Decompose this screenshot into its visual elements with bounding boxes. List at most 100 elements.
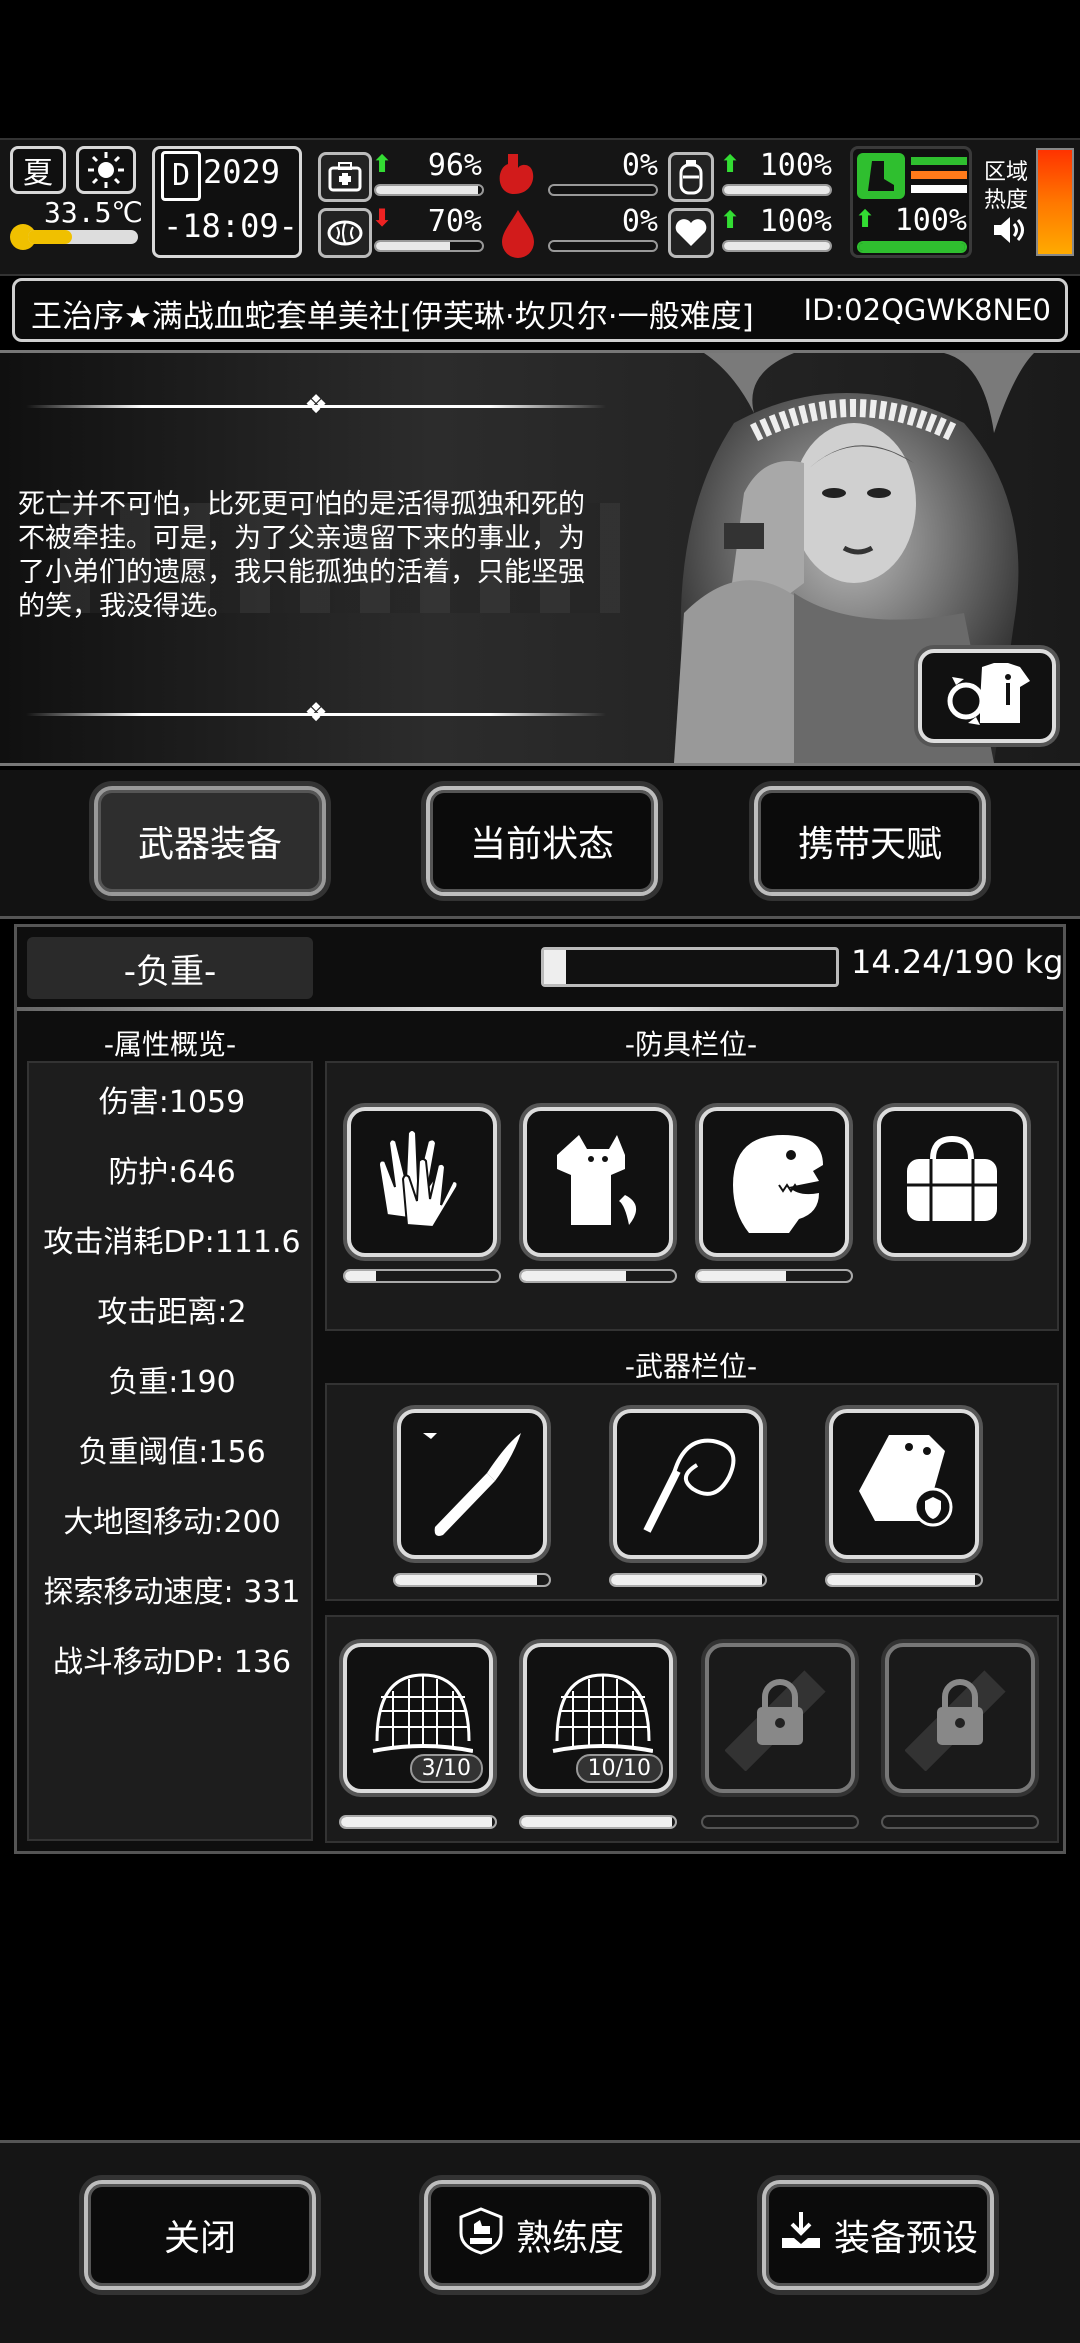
day-time-panel: D 2029 -18:09- xyxy=(152,146,302,258)
armor-header: -防具栏位- xyxy=(624,1028,758,1061)
consumable-slot-2[interactable]: 10/10 xyxy=(523,1643,673,1793)
medkit-icon[interactable] xyxy=(318,152,372,202)
stamina-bar xyxy=(857,241,967,253)
proficiency-badge-icon xyxy=(456,2206,506,2265)
season-badge[interactable]: 夏 xyxy=(10,146,66,194)
ornament-bottom: ❖ xyxy=(26,700,606,726)
hydration-value: 100% xyxy=(759,148,832,183)
weapon-slot-whip[interactable] xyxy=(613,1409,763,1559)
mood-bar xyxy=(722,240,832,252)
item-count: 3/10 xyxy=(409,1754,483,1783)
fox-hoodie-icon xyxy=(543,1125,653,1239)
clock-time: -18:09- xyxy=(163,207,298,245)
temperature-value: 33.5℃ xyxy=(44,196,143,229)
locked-slot-icon xyxy=(904,1661,1015,1775)
armor-durability-3 xyxy=(695,1269,853,1283)
armor-plate-icon xyxy=(849,1427,959,1541)
consumable-slot-1[interactable]: 3/10 xyxy=(343,1643,493,1793)
thermometer: 33.5℃ xyxy=(10,196,143,258)
armor-slot-hoodie[interactable] xyxy=(523,1107,673,1257)
armor-slot-gloves[interactable] xyxy=(347,1107,497,1257)
bottle-icon[interactable] xyxy=(668,152,714,202)
tab-weapons-equipment[interactable]: 武器装备 xyxy=(94,786,326,896)
weapon-durability-2 xyxy=(609,1573,767,1587)
load-value: 14.24/190 kg xyxy=(851,943,1064,981)
attributes-list: 伤害:1059 防护:646 攻击消耗DP:111.6 攻击距离:2 负重:19… xyxy=(27,1061,313,1841)
consumable-slot-locked-2[interactable] xyxy=(885,1643,1035,1793)
tab-label: 武器装备 xyxy=(137,824,282,865)
armor-slot-bag[interactable] xyxy=(877,1107,1027,1257)
load-bar xyxy=(541,947,839,987)
stat-attack-range: 攻击距离:2 xyxy=(97,1295,247,1330)
stat-attack-dp-cost: 攻击消耗DP:111.6 xyxy=(43,1225,301,1260)
tab-current-status[interactable]: 当前状态 xyxy=(426,786,658,896)
close-button[interactable]: 关闭 xyxy=(84,2180,316,2290)
stamina-value: 100% xyxy=(894,203,967,238)
stat-load: 负重:190 xyxy=(108,1365,236,1400)
day-value: 2029 xyxy=(203,153,281,191)
character-quote: 死亡并不可怕，比死更可怕的是活得孤独和死的不被牵挂。可是，为了父亲遗留下来的事业… xyxy=(18,489,585,622)
whip-icon xyxy=(633,1427,743,1541)
zone-heat-meter xyxy=(1036,148,1074,256)
ornament-top: ❖ xyxy=(26,392,606,418)
stat-defense: 防护:646 xyxy=(108,1155,236,1190)
mood-value: 100% xyxy=(759,204,832,239)
armor-slot-dino-head[interactable] xyxy=(699,1107,849,1257)
scalpel-icon xyxy=(417,1427,527,1541)
stomach-icon[interactable] xyxy=(494,150,540,200)
dinosaur-head-icon xyxy=(719,1125,829,1239)
locked-slot-icon xyxy=(724,1661,835,1775)
heart-icon[interactable] xyxy=(668,208,714,258)
swap-outfit-icon xyxy=(942,661,1032,731)
stamina-line-orange xyxy=(911,171,967,179)
player-id: ID:02QGWK8NE0 xyxy=(803,293,1051,327)
stat-explore-speed: 探索移动速度: 331 xyxy=(43,1575,301,1610)
consumable-durability-4 xyxy=(881,1815,1039,1829)
consumable-slots: 3/10 10/10 xyxy=(325,1615,1059,1843)
swap-outfit-button[interactable] xyxy=(918,649,1056,743)
brain-icon[interactable] xyxy=(318,208,372,258)
bag-icon xyxy=(897,1125,1007,1239)
stat-load-threshold: 负重阈值:156 xyxy=(78,1435,266,1470)
blood-value: 0% xyxy=(621,204,658,239)
tab-carried-talents[interactable]: 携带天赋 xyxy=(754,786,986,896)
consumable-durability-1 xyxy=(339,1815,497,1829)
brain-bar xyxy=(374,240,484,252)
health-value: 96% xyxy=(427,148,482,183)
health-bar xyxy=(374,184,484,196)
boot-icon xyxy=(857,153,905,199)
close-label: 关闭 xyxy=(163,2218,236,2259)
equipment-panel: -负重- 14.24/190 kg -属性概览- 伤害:1059 防护:646 … xyxy=(14,924,1066,1854)
weapons-header: -武器栏位- xyxy=(624,1350,758,1383)
blood-drop-icon[interactable] xyxy=(498,206,538,258)
zone-heat-label-2: 热度 xyxy=(984,188,1029,213)
stat-map-movement: 大地图移动:200 xyxy=(63,1505,281,1540)
proficiency-label: 熟练度 xyxy=(515,2218,624,2259)
speaker-icon[interactable] xyxy=(990,212,1026,248)
sun-icon[interactable] xyxy=(76,146,136,194)
equipment-preset-button[interactable]: 装备预设 xyxy=(762,2180,994,2290)
consumable-slot-locked-1[interactable] xyxy=(705,1643,855,1793)
weapon-slots xyxy=(325,1383,1059,1601)
weapon-slot-plate[interactable] xyxy=(829,1409,979,1559)
armor-durability-1 xyxy=(343,1269,501,1283)
consumable-durability-2 xyxy=(519,1815,677,1829)
armor-durability-2 xyxy=(519,1269,677,1283)
stomach-value: 0% xyxy=(621,148,658,183)
item-count: 10/10 xyxy=(575,1754,663,1783)
gloves-icon xyxy=(367,1125,477,1239)
stat-battle-move-dp: 战斗移动DP: 136 xyxy=(52,1645,292,1680)
stat-damage: 伤害:1059 xyxy=(98,1085,246,1120)
stomach-bar xyxy=(548,184,658,196)
hydration-bar xyxy=(722,184,832,196)
preset-download-icon xyxy=(778,2208,824,2263)
day-prefix: D xyxy=(161,151,201,201)
stamina-panel[interactable]: ⬆ 100% xyxy=(850,146,972,258)
preset-label: 装备预设 xyxy=(833,2218,978,2259)
attributes-header: -属性概览- xyxy=(103,1028,237,1061)
load-label: -负重- xyxy=(27,937,313,999)
proficiency-button[interactable]: 熟练度 xyxy=(424,2180,656,2290)
tab-label: 当前状态 xyxy=(469,824,614,865)
weapon-slot-scalpel[interactable] xyxy=(397,1409,547,1559)
character-title: 王治序★满战血蛇套单美社[伊芙琳·坎贝尔·一般难度] xyxy=(31,299,754,335)
